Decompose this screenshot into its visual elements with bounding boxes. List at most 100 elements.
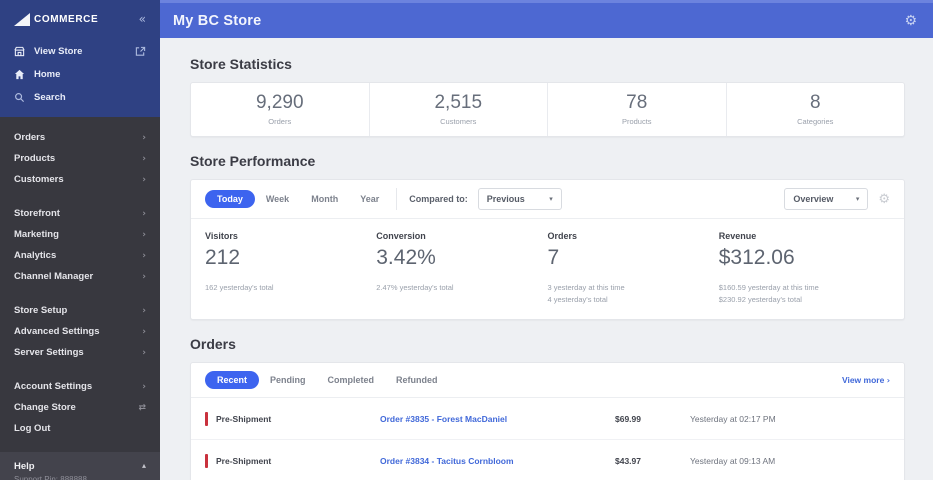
order-row[interactable]: Pre-Shipment Order #3834 - Tacitus Cornb… (191, 440, 904, 480)
store-icon (14, 46, 25, 57)
tab-completed[interactable]: Completed (317, 371, 386, 389)
overview-select[interactable]: Overview ▾ (784, 188, 869, 210)
sidebar-item-search[interactable]: Search (0, 86, 160, 109)
chevron-right-icon: › (142, 229, 146, 240)
metric-orders: Orders 7 3 yesterday at this time 4 yest… (548, 231, 719, 305)
divider (396, 188, 398, 210)
sidebar: COMMERCE « View Store Home Search Orders… (0, 0, 160, 480)
metric-conversion: Conversion 3.42% 2.47% yesterday's total (376, 231, 547, 305)
collapse-sidebar-icon[interactable]: « (139, 12, 146, 26)
sidebar-item-label: View Store (34, 46, 83, 57)
sidebar-item-analytics[interactable]: Analytics › (0, 245, 160, 266)
order-status-bar (205, 453, 208, 468)
sidebar-item-home[interactable]: Home (0, 63, 160, 86)
chevron-right-icon: › (142, 347, 146, 358)
chevron-right-icon: › (142, 271, 146, 282)
sidebar-item-change-store[interactable]: Change Store ⇄ (0, 397, 160, 418)
metric-value: 7 (547, 246, 560, 269)
performance-toolbar: Today Week Month Year Compared to: Previ… (191, 180, 904, 219)
sidebar-item-label: Advanced Settings (14, 326, 100, 337)
chevron-right-icon: › (142, 174, 146, 185)
sidebar-item-view-store[interactable]: View Store (0, 40, 160, 63)
tab-refunded[interactable]: Refunded (385, 371, 449, 389)
sidebar-item-store-setup[interactable]: Store Setup › (0, 300, 160, 321)
sidebar-item-label: Customers (14, 174, 64, 185)
order-status: Pre-Shipment (216, 455, 272, 466)
bigcommerce-sail-icon (14, 12, 30, 26)
overview-value: Overview (793, 194, 834, 204)
metric-visitors: Visitors 212 162 yesterday's total (205, 231, 376, 305)
bigcommerce-logo[interactable]: COMMERCE (14, 12, 99, 26)
order-link[interactable]: Order #3834 - Tacitus Cornbloom (380, 456, 615, 466)
support-pin: Support Pin: 888888 (14, 475, 87, 480)
change-store-icon: ⇄ (138, 402, 146, 413)
sidebar-item-label: Log Out (14, 423, 51, 434)
chevron-right-icon: › (142, 305, 146, 316)
help-panel[interactable]: Help Support Pin: 888888 ▴ (0, 452, 160, 480)
metric-label: Visitors (205, 231, 238, 241)
sidebar-item-server-settings[interactable]: Server Settings › (0, 342, 160, 363)
chevron-right-icon: › (142, 153, 146, 164)
compared-to-select[interactable]: Previous ▾ (477, 188, 562, 210)
order-link[interactable]: Order #3835 - Forest MacDaniel (380, 414, 615, 424)
sidebar-item-label: Account Settings (14, 381, 93, 392)
metric-value: 212 (205, 246, 241, 269)
view-more-label: View more (841, 375, 885, 386)
tab-recent[interactable]: Recent (205, 371, 260, 390)
sidebar-item-label: Analytics (14, 250, 57, 261)
performance-settings-gear-icon[interactable]: ⚙ (878, 192, 890, 207)
sidebar-item-log-out[interactable]: Log Out (0, 418, 160, 439)
order-amount: $43.97 (615, 455, 641, 466)
metric-note: 3 yesterday at this time (547, 283, 625, 292)
bigcommerce-dashboard: { "colors": { "header_blue": "#4d68d2", … (0, 0, 933, 480)
metric-note: 4 yesterday's total (547, 294, 608, 304)
metric-note: 162 yesterday's total (205, 283, 274, 292)
top-header: My BC Store ⚙ (160, 0, 933, 38)
sidebar-item-storefront[interactable]: Storefront › (0, 203, 160, 224)
metric-value: $312.06 (718, 246, 795, 269)
external-link-icon[interactable] (135, 46, 146, 57)
sidebar-item-account-settings[interactable]: Account Settings › (0, 376, 160, 397)
help-caret-icon: ▴ (141, 461, 146, 470)
chevron-right-icon: › (142, 326, 146, 337)
store-statistics-title: Store Statistics (190, 56, 292, 72)
stat-categories: 8 Categories (727, 83, 905, 136)
stat-products: 78 Products (548, 83, 727, 136)
compared-to-label: Compared to: (409, 194, 468, 204)
stat-label: Products (621, 117, 652, 126)
sidebar-item-label: Store Setup (14, 305, 68, 316)
sidebar-top-section: COMMERCE « View Store Home Search (0, 0, 160, 117)
logo-text: COMMERCE (34, 13, 99, 25)
sidebar-item-label: Search (34, 92, 66, 103)
order-time: Yesterday at 02:17 PM (690, 413, 776, 424)
tab-year[interactable]: Year (349, 190, 390, 208)
chevron-right-icon: › (142, 132, 146, 143)
tab-week[interactable]: Week (255, 190, 300, 208)
view-more-link[interactable]: View more › (842, 375, 890, 385)
stat-value: 78 (626, 92, 648, 113)
sidebar-item-products[interactable]: Products › (0, 148, 160, 169)
sidebar-item-advanced-settings[interactable]: Advanced Settings › (0, 321, 160, 342)
chevron-right-icon: › (142, 208, 146, 219)
tab-today[interactable]: Today (205, 190, 255, 208)
order-status: Pre-Shipment (216, 413, 272, 424)
header-settings-gear-icon[interactable]: ⚙ (904, 13, 917, 29)
sidebar-item-orders[interactable]: Orders › (0, 127, 160, 148)
order-row[interactable]: Pre-Shipment Order #3835 - Forest MacDan… (191, 398, 904, 441)
metric-revenue: Revenue $312.06 $160.59 yesterday at thi… (719, 231, 890, 305)
order-amount: $69.99 (615, 413, 641, 424)
sidebar-item-customers[interactable]: Customers › (0, 169, 160, 190)
store-performance-card: Today Week Month Year Compared to: Previ… (190, 179, 905, 321)
chevron-right-icon: › (142, 250, 146, 261)
help-label: Help (14, 461, 35, 472)
sidebar-item-marketing[interactable]: Marketing › (0, 224, 160, 245)
metric-note: $160.59 yesterday at this time (718, 283, 819, 292)
tab-month[interactable]: Month (300, 190, 349, 208)
store-performance-title: Store Performance (190, 153, 316, 169)
sidebar-item-channel-manager[interactable]: Channel Manager › (0, 266, 160, 287)
dropdown-caret-icon: ▾ (549, 195, 553, 203)
stat-label: Customers (440, 117, 477, 126)
metric-label: Conversion (376, 231, 426, 241)
stat-customers: 2,515 Customers (370, 83, 548, 136)
tab-pending[interactable]: Pending (259, 371, 317, 389)
